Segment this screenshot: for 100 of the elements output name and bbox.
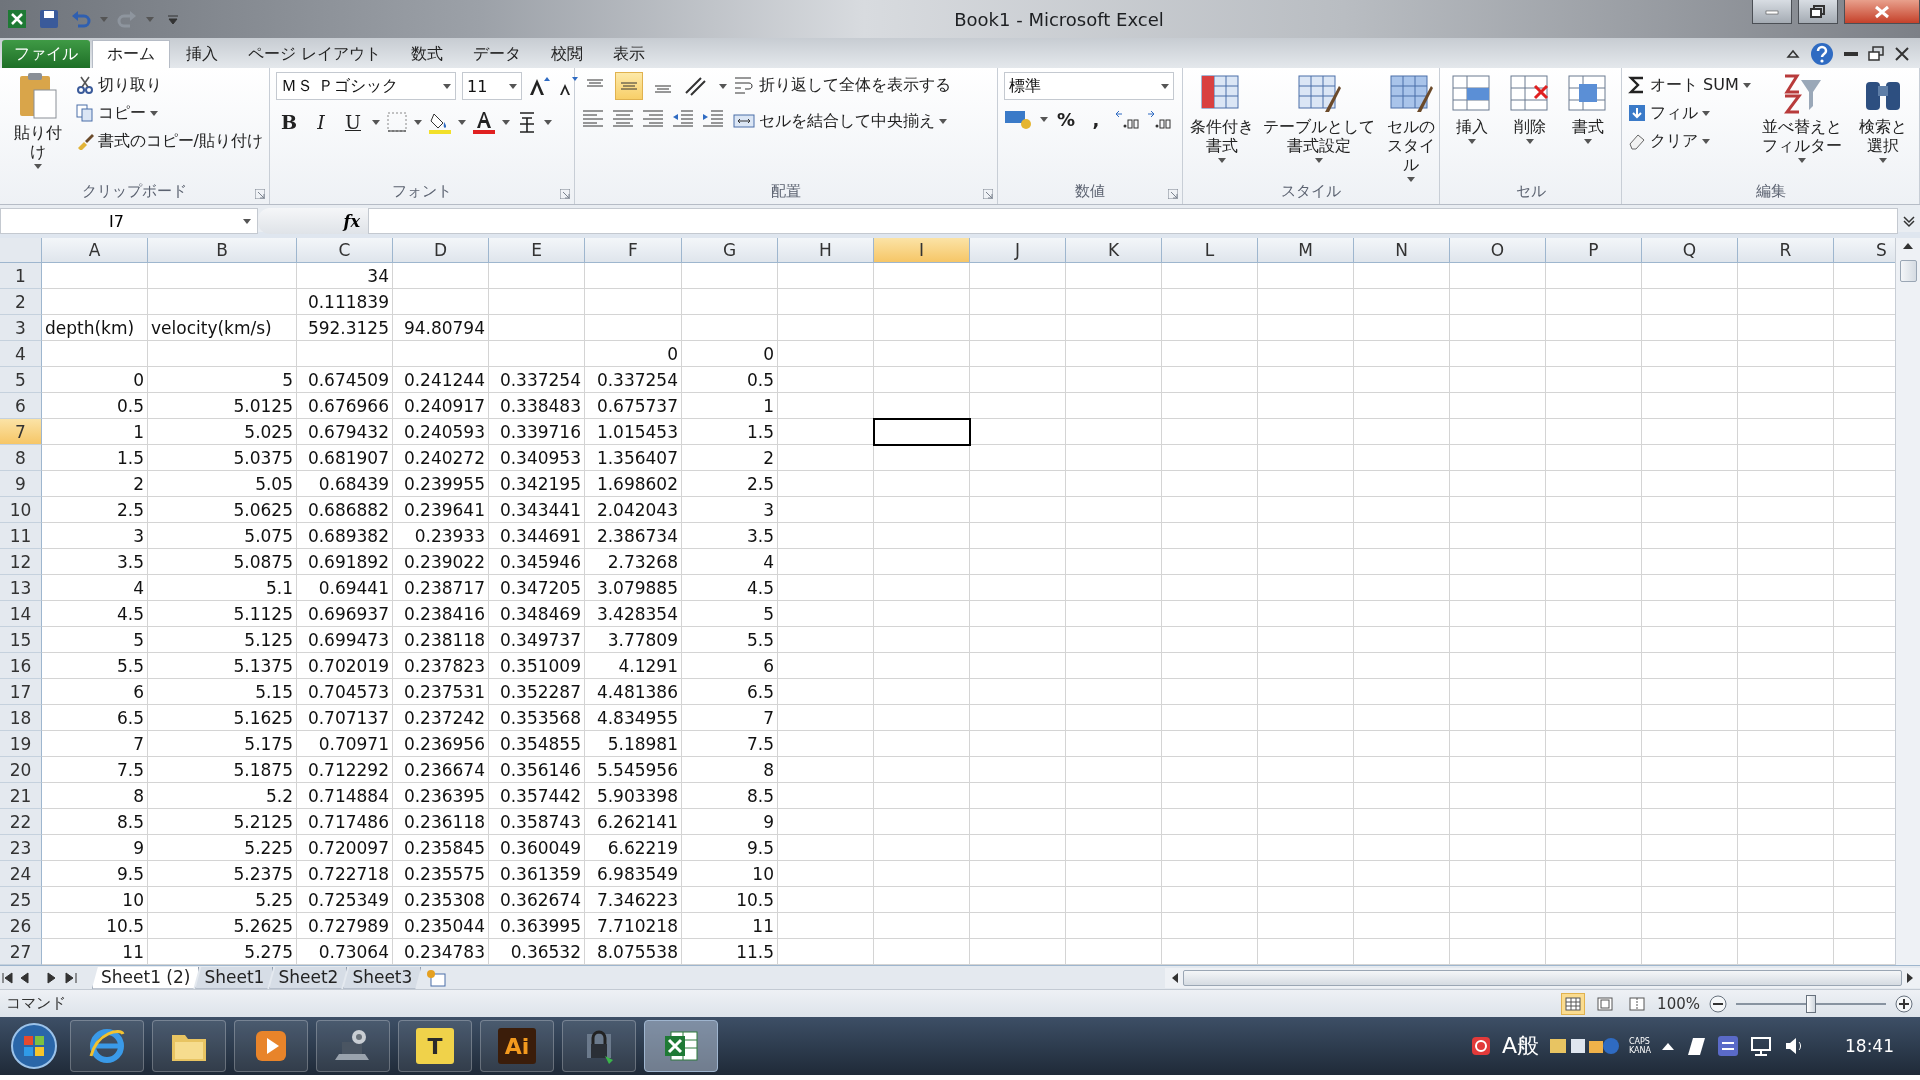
- column-header[interactable]: B: [148, 238, 297, 263]
- column-header[interactable]: F: [585, 238, 682, 263]
- underline-button[interactable]: U: [340, 108, 366, 136]
- dialog-launcher-icon[interactable]: [560, 189, 570, 199]
- column-header[interactable]: G: [682, 238, 778, 263]
- row-header[interactable]: 10: [0, 497, 42, 523]
- column-header[interactable]: J: [970, 238, 1066, 263]
- row-header[interactable]: 7: [0, 419, 42, 445]
- scroll-right-icon[interactable]: [1906, 971, 1914, 984]
- number-format-field[interactable]: 標準: [1004, 72, 1174, 100]
- ribbon-tab[interactable]: 表示: [599, 40, 660, 68]
- column-header[interactable]: K: [1066, 238, 1162, 263]
- ribbon-tab[interactable]: ホーム: [92, 40, 170, 68]
- format-cells-button[interactable]: 書式: [1562, 72, 1614, 182]
- row-header[interactable]: 25: [0, 887, 42, 913]
- minimize-button[interactable]: [1752, 0, 1792, 24]
- name-box[interactable]: I7: [0, 208, 258, 234]
- bold-button[interactable]: B: [276, 108, 302, 136]
- sheet-tab[interactable]: Sheet3: [343, 966, 422, 989]
- row-header[interactable]: 22: [0, 809, 42, 835]
- ribbon-tab[interactable]: データ: [459, 40, 536, 68]
- row-header[interactable]: 24: [0, 861, 42, 887]
- column-header[interactable]: C: [297, 238, 393, 263]
- row-header[interactable]: 27: [0, 939, 42, 965]
- column-header[interactable]: R: [1738, 238, 1834, 263]
- column-header[interactable]: I: [874, 238, 970, 263]
- column-header[interactable]: P: [1546, 238, 1642, 263]
- percent-button[interactable]: %: [1054, 108, 1078, 130]
- scrollbar-thumb[interactable]: [1899, 260, 1917, 282]
- row-header[interactable]: 18: [0, 705, 42, 731]
- scroll-up-icon[interactable]: [1902, 242, 1914, 250]
- format-painter-button[interactable]: 書式のコピー/貼り付け: [75, 128, 263, 154]
- normal-view-button[interactable]: [1561, 992, 1586, 1015]
- cell-styles-button[interactable]: セルのスタイル: [1383, 72, 1439, 182]
- taskbar-app[interactable]: T: [398, 1020, 472, 1072]
- active-cell[interactable]: [873, 418, 971, 446]
- row-header[interactable]: 9: [0, 471, 42, 497]
- row-header[interactable]: 17: [0, 679, 42, 705]
- column-header[interactable]: N: [1354, 238, 1450, 263]
- close-button[interactable]: [1844, 0, 1920, 24]
- font-size-field[interactable]: 11: [462, 72, 522, 100]
- ribbon-tab[interactable]: 挿入: [172, 40, 232, 68]
- taskbar-app[interactable]: Ai: [480, 1020, 554, 1072]
- clear-button[interactable]: クリア: [1628, 128, 1751, 154]
- ribbon-tab[interactable]: 数式: [397, 40, 458, 68]
- maximize-button[interactable]: [1798, 0, 1838, 24]
- column-header[interactable]: D: [393, 238, 489, 263]
- taskbar-app[interactable]: [644, 1020, 718, 1072]
- ime-mode[interactable]: A般: [1501, 1031, 1539, 1061]
- row-header[interactable]: 19: [0, 731, 42, 757]
- column-header[interactable]: L: [1162, 238, 1258, 263]
- find-select-button[interactable]: 検索と選択: [1852, 72, 1913, 182]
- row-header[interactable]: 23: [0, 835, 42, 861]
- insert-function-button[interactable]: fx: [258, 208, 368, 234]
- row-header[interactable]: 3: [0, 315, 42, 341]
- autosum-button[interactable]: オート SUM: [1628, 72, 1751, 98]
- wrap-text-button[interactable]: 折り返して全体を表示する: [733, 72, 951, 98]
- column-header[interactable]: O: [1450, 238, 1546, 263]
- format-as-table-button[interactable]: テーブルとして書式設定: [1261, 72, 1377, 182]
- sort-filter-button[interactable]: 並べ替えとフィルター: [1756, 72, 1847, 182]
- sheet-tab[interactable]: Sheet1: [195, 966, 274, 989]
- cut-button[interactable]: 切り取り: [75, 72, 263, 98]
- row-header[interactable]: 13: [0, 575, 42, 601]
- column-header[interactable]: H: [778, 238, 874, 263]
- column-header[interactable]: E: [489, 238, 585, 263]
- scroll-left-icon[interactable]: [1171, 971, 1179, 984]
- dialog-launcher-icon[interactable]: [255, 189, 265, 199]
- delete-cells-button[interactable]: 削除: [1504, 72, 1556, 182]
- row-header[interactable]: 12: [0, 549, 42, 575]
- comma-button[interactable]: ,: [1084, 108, 1108, 130]
- zoom-slider-thumb[interactable]: [1806, 994, 1816, 1013]
- row-header[interactable]: 16: [0, 653, 42, 679]
- row-header[interactable]: 14: [0, 601, 42, 627]
- sheet-tab[interactable]: Sheet2: [269, 966, 348, 989]
- row-header[interactable]: 8: [0, 445, 42, 471]
- row-header[interactable]: 26: [0, 913, 42, 939]
- column-header[interactable]: M: [1258, 238, 1354, 263]
- row-header[interactable]: 21: [0, 783, 42, 809]
- insert-cells-button[interactable]: 挿入: [1446, 72, 1498, 182]
- middle-align-button[interactable]: [615, 72, 643, 100]
- scrollbar-thumb[interactable]: [1183, 969, 1902, 986]
- italic-button[interactable]: I: [308, 108, 334, 136]
- ribbon-tab[interactable]: ファイル: [2, 40, 90, 68]
- fill-button[interactable]: フィル: [1628, 100, 1751, 126]
- formula-input[interactable]: [368, 208, 1898, 234]
- row-header[interactable]: 1: [0, 263, 42, 289]
- conditional-formatting-button[interactable]: 条件付き書式: [1189, 72, 1255, 182]
- dialog-launcher-icon[interactable]: [983, 189, 993, 199]
- font-name-field[interactable]: ＭＳ Ｐゴシック: [276, 72, 456, 100]
- row-header[interactable]: 20: [0, 757, 42, 783]
- merge-center-button[interactable]: セルを結合して中央揃え: [733, 108, 951, 134]
- dialog-launcher-icon[interactable]: [1168, 189, 1178, 199]
- column-header[interactable]: A: [42, 238, 148, 263]
- column-header[interactable]: Q: [1642, 238, 1738, 263]
- horizontal-scrollbar[interactable]: [1165, 967, 1920, 988]
- row-header[interactable]: 11: [0, 523, 42, 549]
- paste-button[interactable]: 貼り付け: [6, 72, 70, 182]
- row-header[interactable]: 6: [0, 393, 42, 419]
- ribbon-tab[interactable]: 校閲: [537, 40, 598, 68]
- copy-button[interactable]: コピー: [75, 100, 263, 126]
